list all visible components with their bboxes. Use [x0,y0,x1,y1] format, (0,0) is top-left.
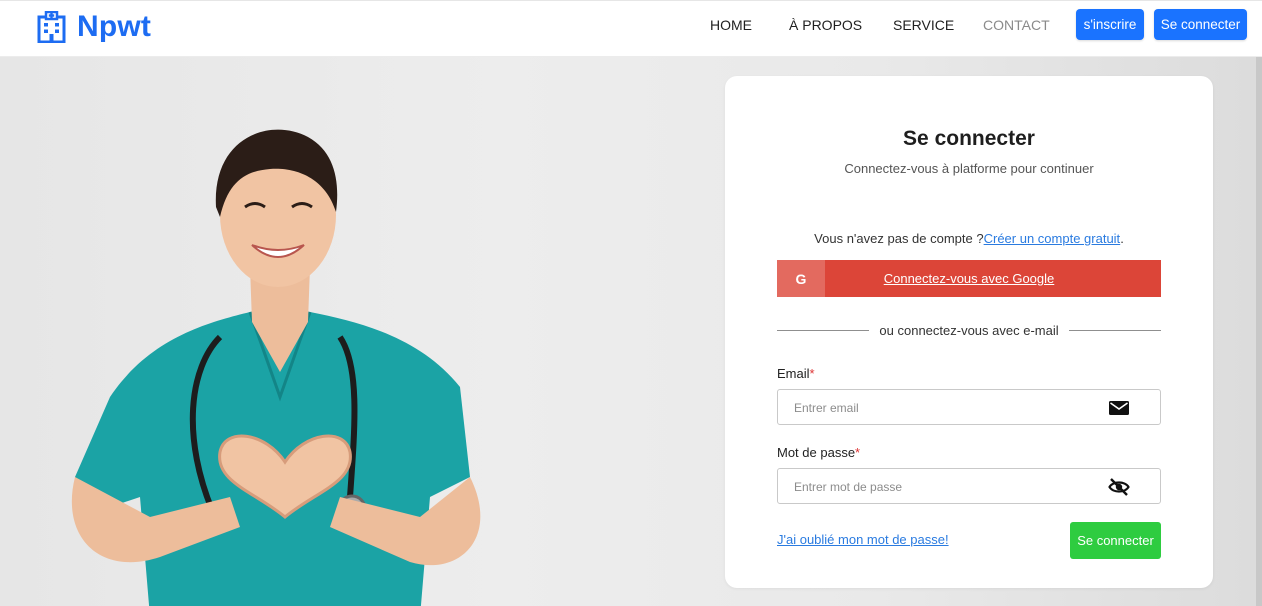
nav-link-home[interactable]: HOME [710,16,752,34]
login-card: Se connecter Connectez-vous à platforme … [725,76,1213,588]
brand-name: Npwt [77,10,152,43]
login-title: Se connecter [903,127,1035,150]
email-label-text: Email [777,366,810,381]
google-login-label: Connectez-vous avec Google [883,271,1055,286]
brand-logo-link[interactable]: Npwt [37,7,151,47]
email-label: Email* [777,366,815,381]
eye-slash-icon[interactable] [1108,477,1130,497]
page-scrollbar[interactable] [1256,57,1262,606]
password-field[interactable] [792,469,1096,505]
password-label: Mot de passe* [777,445,860,460]
hospital-icon [37,11,66,43]
login-subtitle: Connectez-vous à platforme pour continue… [844,161,1094,176]
divider-line [1068,329,1162,331]
submit-login-button[interactable]: Se connecter [1070,522,1161,559]
google-icon: G [777,260,825,297]
required-mark: * [855,445,861,460]
password-label-text: Mot de passe [777,445,856,460]
login-nav-button[interactable]: Se connecter [1154,9,1247,40]
top-navbar: Npwt HOME À PROPOS SERVICE CONTACT s'ins… [0,0,1262,57]
signup-button[interactable]: s'inscrire [1076,9,1144,40]
envelope-icon [1109,401,1129,415]
no-account-text: Vous n'avez pas de compte ?Créer un comp… [725,231,1213,246]
email-field-wrapper [777,389,1161,426]
nurse-illustration [71,129,481,606]
divider-text: ou connectez-vous avec e-mail [879,322,1059,338]
required-mark: * [809,366,815,381]
forgot-password-link[interactable]: J'ai oublié mon mot de passe! [777,532,949,547]
email-divider: ou connectez-vous avec e-mail [777,322,1162,338]
email-field[interactable] [792,390,1096,426]
nav-link-about[interactable]: À PROPOS [789,16,862,34]
password-field-wrapper [777,468,1161,505]
nav-link-contact[interactable]: CONTACT [983,16,1050,34]
google-login-button[interactable]: G Connectez-vous avec Google [777,260,1161,297]
no-account-question: Vous n'avez pas de compte ? [814,231,984,246]
nav-link-service[interactable]: SERVICE [893,16,954,34]
divider-line [777,329,870,331]
create-account-link[interactable]: Créer un compte gratuit [984,231,1121,246]
no-account-suffix: . [1120,231,1124,246]
